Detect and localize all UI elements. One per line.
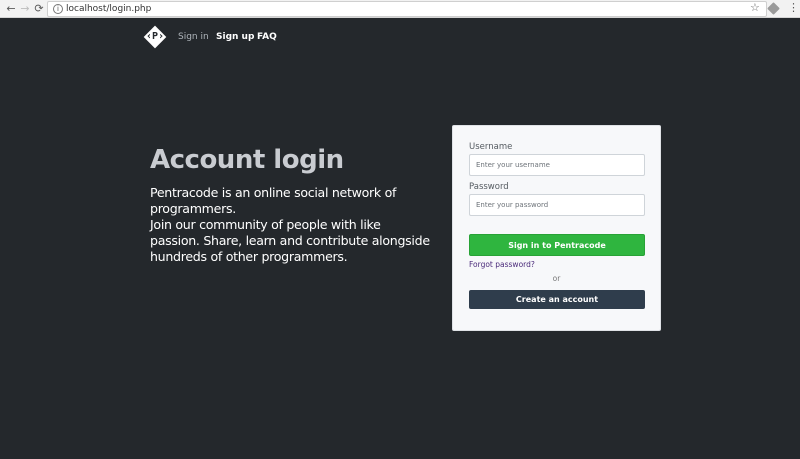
nav-sign-in-link[interactable]: Sign in (178, 31, 209, 43)
extension-icon[interactable] (767, 2, 780, 15)
browser-menu-icon[interactable]: ⋮ (788, 1, 799, 14)
address-bar[interactable]: i localhost/login.php (47, 1, 767, 17)
info-icon[interactable]: i (53, 4, 63, 14)
forgot-password-link[interactable]: Forgot password? (469, 260, 535, 270)
hero-description: Pentracode is an online social network o… (150, 185, 450, 265)
or-divider: or (552, 274, 561, 283)
nav-sign-up-link[interactable]: Sign up (216, 31, 254, 43)
hero-line: programmers. (150, 201, 236, 216)
browser-toolbar: ← → ⟳ i localhost/login.php ☆ ⋮ (0, 0, 800, 18)
login-card: Username Password Sign in to Pentracode … (452, 125, 661, 331)
create-account-button[interactable]: Create an account (469, 290, 645, 309)
bookmark-star-icon[interactable]: ☆ (750, 1, 760, 14)
hero-line: Join our community of people with like (150, 217, 381, 232)
nav-faq-link[interactable]: FAQ (257, 31, 277, 43)
site-logo-text[interactable]: ‹P› (143, 28, 167, 46)
username-label: Username (469, 142, 513, 152)
address-url[interactable]: localhost/login.php (66, 3, 151, 15)
page-title: Account login (150, 145, 344, 175)
hero-line: Pentracode is an online social network o… (150, 185, 397, 200)
forward-icon[interactable]: → (18, 2, 32, 16)
username-input[interactable] (469, 154, 645, 176)
reload-icon[interactable]: ⟳ (32, 2, 46, 16)
password-label: Password (469, 182, 509, 192)
password-input[interactable] (469, 194, 645, 216)
sign-in-button[interactable]: Sign in to Pentracode (469, 234, 645, 256)
hero-line: hundreds of other programmers. (150, 249, 348, 264)
hero-line: passion. Share, learn and contribute alo… (150, 233, 430, 248)
back-icon[interactable]: ← (4, 2, 18, 16)
